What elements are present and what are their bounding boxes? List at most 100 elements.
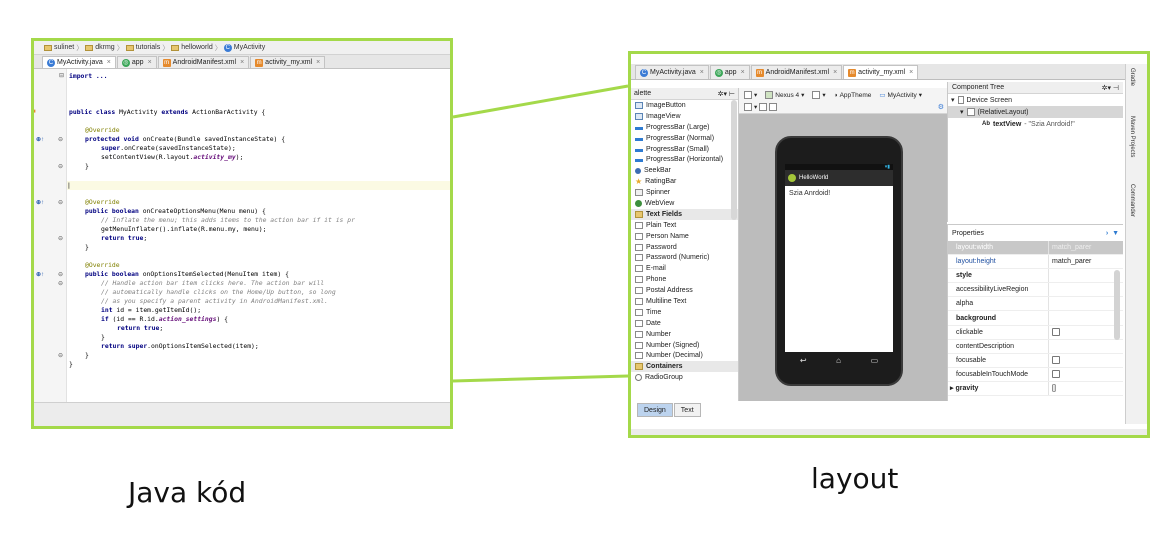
fold-icon[interactable]: ⊖: [58, 235, 63, 242]
tab-androidmanifest[interactable]: m AndroidManifest.xml ×: [750, 65, 843, 79]
tab-myactivity-java[interactable]: C MyActivity.java ×: [42, 56, 116, 68]
property-value[interactable]: [1048, 367, 1123, 381]
override-icon[interactable]: ⊕↑: [36, 136, 44, 143]
palette-item[interactable]: ImageView: [631, 111, 738, 122]
property-value[interactable]: [1048, 283, 1123, 297]
expand-icon[interactable]: ▾: [960, 108, 964, 116]
scrollbar[interactable]: [731, 100, 737, 220]
checkbox[interactable]: [1052, 356, 1060, 365]
activity-selector[interactable]: MyActivity: [888, 92, 917, 99]
fold-icon[interactable]: ⊖: [58, 136, 63, 143]
breadcrumb-item[interactable]: C MyActivity: [223, 43, 265, 52]
device-selector[interactable]: Nexus 4: [775, 92, 799, 99]
fold-icon[interactable]: ⊖: [58, 199, 63, 206]
property-row[interactable]: alpha: [948, 297, 1123, 312]
close-icon[interactable]: ×: [700, 69, 704, 76]
checkbox[interactable]: [1052, 370, 1060, 379]
fold-icon[interactable]: ⊖: [58, 271, 63, 278]
close-icon[interactable]: ×: [741, 69, 745, 76]
orientation-icon[interactable]: [812, 91, 821, 99]
fold-icon[interactable]: ⊟: [59, 72, 64, 79]
close-icon[interactable]: ×: [107, 59, 111, 66]
palette-item[interactable]: RadioGroup: [631, 372, 738, 383]
property-value[interactable]: [1048, 269, 1123, 283]
close-icon[interactable]: ×: [148, 59, 152, 66]
property-value[interactable]: [1048, 325, 1123, 339]
dropdown-arrow-icon[interactable]: ▾: [754, 103, 757, 111]
theme-selector[interactable]: AppTheme: [840, 92, 872, 99]
code-area[interactable]: import ... public class MyActivity exten…: [67, 69, 450, 402]
palette-item[interactable]: Spinner: [631, 187, 738, 198]
expand-icon[interactable]: ▾: [951, 96, 955, 104]
property-row[interactable]: ▸ gravity []: [948, 381, 1123, 397]
palette-item[interactable]: Person Name: [631, 231, 738, 242]
tab-design[interactable]: Design: [637, 403, 673, 417]
dropdown-arrow-icon[interactable]: ▾: [801, 91, 804, 99]
property-row[interactable]: accessibilityLiveRegion: [948, 283, 1123, 298]
property-value[interactable]: [1048, 311, 1123, 325]
palette-item[interactable]: Time: [631, 307, 738, 318]
property-row[interactable]: layout:width match_parer: [948, 241, 1123, 256]
property-row[interactable]: contentDescription: [948, 339, 1123, 354]
property-value[interactable]: match_parer: [1048, 241, 1123, 255]
close-icon[interactable]: ×: [240, 59, 244, 66]
property-value[interactable]: match_parer: [1048, 255, 1123, 269]
tab-text[interactable]: Text: [673, 403, 701, 417]
palette-item[interactable]: ★ RatingBar: [631, 176, 738, 187]
breadcrumb-item[interactable]: sulinet: [44, 44, 74, 51]
tab-app[interactable]: ◎ app ×: [116, 56, 157, 68]
palette-item[interactable]: Multiline Text: [631, 296, 738, 307]
tab-activity-my-xml[interactable]: m activity_my.xml ×: [843, 65, 919, 79]
scrollbar[interactable]: [1114, 270, 1120, 340]
fold-icon[interactable]: ⊖: [58, 280, 63, 287]
palette-item[interactable]: Number (Decimal): [631, 350, 738, 361]
palette-item[interactable]: Number: [631, 329, 738, 340]
palette-item[interactable]: WebView: [631, 198, 738, 209]
breadcrumb-item[interactable]: helloworld: [171, 44, 213, 51]
property-value[interactable]: [1048, 353, 1123, 367]
property-value[interactable]: [1048, 297, 1123, 311]
dropdown-arrow-icon[interactable]: ▾: [822, 91, 825, 99]
palette-item[interactable]: Postal Address: [631, 285, 738, 296]
breadcrumb-item[interactable]: dkrmg: [85, 44, 115, 51]
tab-app[interactable]: ◎ app ×: [709, 65, 750, 79]
palette-item[interactable]: Password: [631, 242, 738, 253]
code-editor[interactable]: ⊟ ■ ⊕↑ ⊖ ⊖ ⊕↑ ⊖ ⊖ ⊕↑ ⊖ ⊖ ⊖ import ... pu…: [34, 69, 450, 402]
palette-category[interactable]: Text Fields: [631, 208, 738, 220]
fold-icon[interactable]: ⊖: [58, 352, 63, 359]
property-value[interactable]: []: [1048, 381, 1123, 396]
close-icon[interactable]: ×: [909, 69, 913, 76]
palette-item[interactable]: Plain Text: [631, 220, 738, 231]
palette-item[interactable]: Date: [631, 318, 738, 329]
filter-icon[interactable]: › ▼: [1106, 230, 1119, 237]
preview-icon[interactable]: [759, 103, 768, 111]
refresh-icon[interactable]: [769, 103, 778, 111]
device-screen[interactable]: ▾▮ HelloWorld Szia Anrdoid!: [785, 164, 893, 352]
property-value[interactable]: [1048, 339, 1123, 353]
palette-item[interactable]: SeekBar: [631, 165, 738, 176]
palette-item[interactable]: ProgressBar (Small): [631, 144, 738, 155]
tab-activity-my-xml[interactable]: m activity_my.xml ×: [250, 56, 326, 68]
design-canvas[interactable]: ▾▮ HelloWorld Szia Anrdoid! ↩ ⌂ ▭: [739, 114, 947, 401]
checkbox[interactable]: [1052, 328, 1060, 337]
dropdown-arrow-icon[interactable]: ▾: [919, 91, 922, 99]
maven-projects-tool-button[interactable]: Maven Projects: [1129, 116, 1135, 157]
layout-icon[interactable]: [744, 91, 752, 99]
zoom-fit-icon[interactable]: [744, 103, 752, 111]
settings-icon[interactable]: ✲▾ ⊣: [1102, 84, 1119, 92]
property-row[interactable]: layout:height match_parer: [948, 255, 1123, 270]
settings-gear-icon[interactable]: ⚙: [938, 103, 944, 111]
property-row[interactable]: clickable: [948, 325, 1123, 340]
override-icon[interactable]: ⊕↑: [36, 271, 44, 278]
tree-node-relative-layout[interactable]: ▾ (RelativeLayout): [948, 106, 1123, 118]
palette-item[interactable]: ProgressBar (Normal): [631, 133, 738, 144]
palette-item[interactable]: Number (Signed): [631, 340, 738, 351]
preview-text-view[interactable]: Szia Anrdoid!: [785, 186, 893, 201]
dropdown-arrow-icon[interactable]: ▾: [754, 91, 757, 99]
palette-category[interactable]: Containers: [631, 361, 738, 373]
palette-item[interactable]: Password (Numeric): [631, 252, 738, 263]
breadcrumb-item[interactable]: tutorials: [125, 44, 160, 51]
palette-item[interactable]: ProgressBar (Large): [631, 122, 738, 133]
property-row[interactable]: focusable: [948, 353, 1123, 368]
tree-node-device-screen[interactable]: ▾ Device Screen: [948, 94, 1123, 106]
